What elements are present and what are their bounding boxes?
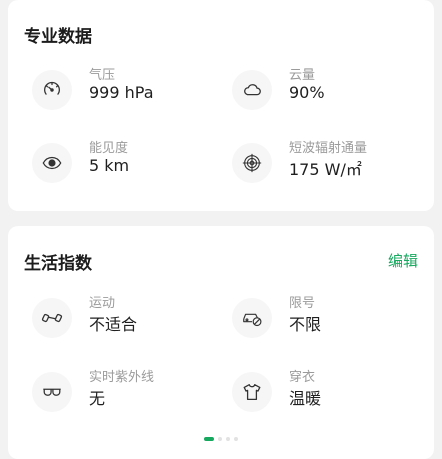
life-index-title: 生活指数	[24, 254, 92, 274]
tshirt-icon	[232, 372, 272, 412]
uv-value: 无	[89, 389, 106, 408]
shortwave-radiation-label: 短波辐射通量	[289, 141, 368, 156]
cloud-cover-item: 云量 90%	[232, 68, 422, 114]
dressing-value: 温暖	[289, 389, 322, 408]
cloud-cover-value: 90%	[289, 83, 325, 102]
life-item-uv[interactable]: 实时紫外线 无	[32, 370, 222, 416]
sport-value: 不适合	[89, 315, 138, 334]
shortwave-radiation-value: 175 W/㎡	[289, 160, 362, 179]
plate-restriction-value: 不限	[289, 315, 322, 334]
visibility-label: 能见度	[89, 141, 129, 156]
cloud-icon	[232, 70, 272, 110]
pressure-label: 气压	[89, 68, 116, 83]
dressing-label: 穿衣	[289, 370, 316, 385]
page-dot[interactable]	[226, 437, 230, 441]
page-dot[interactable]	[234, 437, 238, 441]
car-restriction-icon	[232, 298, 272, 338]
pressure-value: 999 hPa	[89, 83, 154, 102]
page-dot[interactable]	[218, 437, 222, 441]
weather-detail-page: 专业数据 气压 999 hPa 云量 90% 能见度 5 km 短波辐射通量 1…	[0, 0, 442, 459]
radiation-target-icon	[232, 143, 272, 183]
cloud-cover-label: 云量	[289, 68, 316, 83]
visibility-value: 5 km	[89, 156, 130, 175]
life-item-sport[interactable]: 运动 不适合	[32, 296, 222, 342]
life-item-plate-restriction[interactable]: 限号 不限	[232, 296, 422, 342]
pressure-item: 气压 999 hPa	[32, 68, 222, 114]
sunglasses-icon	[32, 372, 72, 412]
eye-icon	[32, 143, 72, 183]
professional-data-card: 专业数据 气压 999 hPa 云量 90% 能见度 5 km 短波辐射通量 1…	[8, 0, 434, 211]
sport-label: 运动	[89, 296, 116, 311]
plate-restriction-label: 限号	[289, 296, 316, 311]
page-dot-active[interactable]	[204, 437, 214, 441]
professional-data-title: 专业数据	[24, 27, 92, 47]
visibility-item: 能见度 5 km	[32, 141, 222, 187]
life-item-dressing[interactable]: 穿衣 温暖	[232, 370, 422, 416]
dumbbell-icon	[32, 298, 72, 338]
edit-button[interactable]: 编辑	[388, 250, 418, 271]
uv-label: 实时紫外线	[89, 370, 155, 385]
shortwave-radiation-item: 短波辐射通量 175 W/㎡	[232, 141, 422, 187]
life-index-card: 生活指数 编辑 运动 不适合 限号 不限 实时紫外线 无 穿衣 温暖	[8, 226, 434, 459]
page-indicator[interactable]	[8, 437, 434, 443]
pressure-gauge-icon	[32, 70, 72, 110]
